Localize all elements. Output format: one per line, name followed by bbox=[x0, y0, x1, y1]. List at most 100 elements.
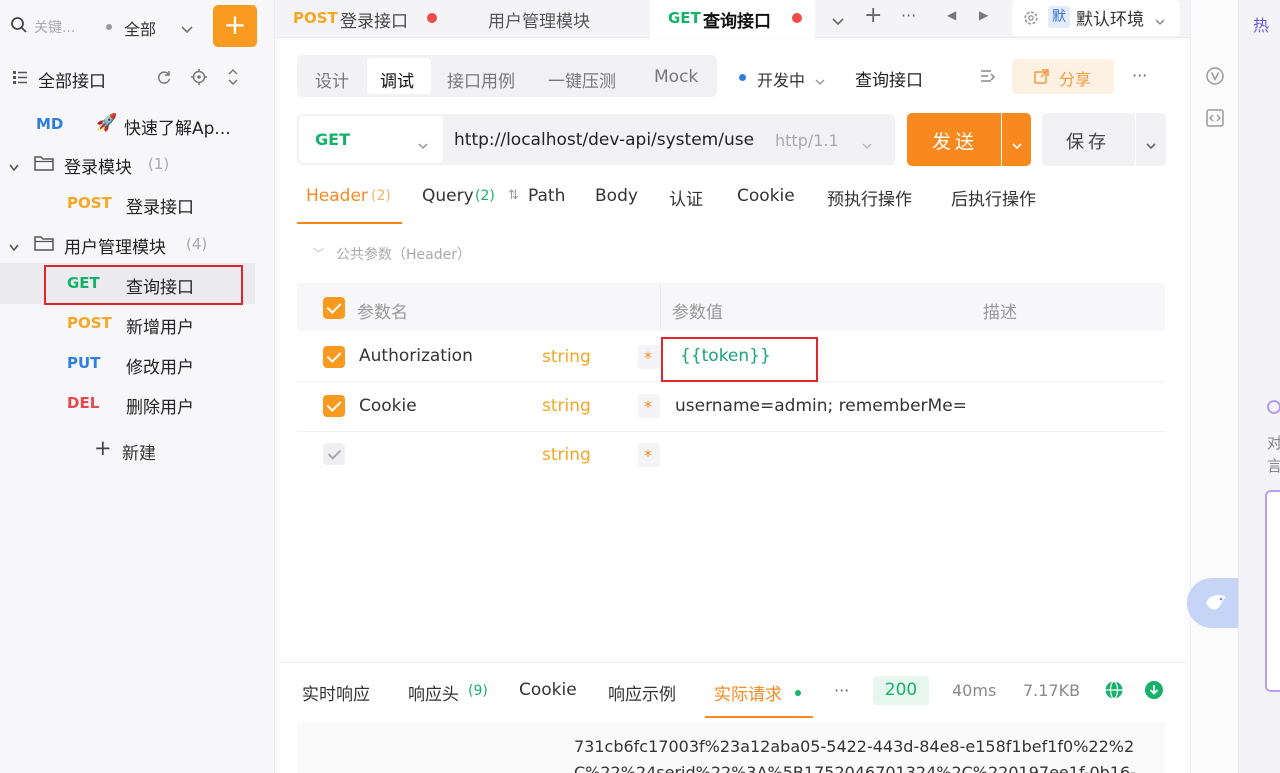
resp-tab-headers[interactable]: 响应头 bbox=[408, 680, 459, 705]
param-name[interactable]: Authorization bbox=[359, 346, 473, 366]
response-body-line: 731cb6fc17003f%23a12aba05-5422-443d-84e8… bbox=[574, 737, 1135, 756]
code-icon[interactable] bbox=[1205, 108, 1225, 132]
save-label: 保存 bbox=[1066, 132, 1110, 153]
resp-tab-actual[interactable]: 实际请求 bbox=[705, 668, 813, 718]
protocol-select[interactable]: http/1.1 bbox=[775, 131, 839, 150]
resp-tab-example[interactable]: 响应示例 bbox=[608, 680, 676, 705]
required-mark: * bbox=[644, 348, 652, 367]
tab-user-module[interactable]: 用户管理模块 bbox=[465, 0, 625, 38]
folder-name[interactable]: 用户管理模块 bbox=[64, 233, 166, 258]
subtab-cases[interactable]: 接口用例 bbox=[447, 67, 515, 92]
search-input[interactable]: 关键... bbox=[34, 17, 75, 37]
tab-header[interactable]: Header (2) bbox=[297, 176, 402, 224]
folder-chevron-icon[interactable] bbox=[8, 238, 20, 257]
public-params-label[interactable]: 公共参数（Header） bbox=[336, 244, 471, 264]
tab-prev-icon[interactable]: ◀ bbox=[947, 8, 956, 22]
url-input[interactable]: http://localhost/dev-api/system/use bbox=[454, 130, 754, 150]
resp-tab-live[interactable]: 实时响应 bbox=[302, 680, 370, 705]
sidebar-item-add-user[interactable]: 新增用户 bbox=[126, 313, 194, 338]
panel-text: 对 bbox=[1267, 434, 1280, 452]
expand-collapse-icon[interactable] bbox=[226, 68, 240, 90]
main-panel: POST 登录接口 用户管理模块 GET 查询接口 + ··· ◀ ▶ 默 默认… bbox=[275, 0, 1190, 773]
tab-pre-script[interactable]: 预执行操作 bbox=[827, 185, 912, 210]
status-select[interactable]: 开发中 bbox=[757, 67, 805, 91]
format-icon[interactable] bbox=[980, 68, 996, 87]
col-divider bbox=[660, 283, 661, 331]
share-button[interactable]: 分享 bbox=[1012, 59, 1114, 94]
tabs-dropdown-icon[interactable] bbox=[831, 12, 845, 31]
resp-time: 40ms bbox=[952, 681, 997, 700]
api-name-field[interactable]: 查询接口 bbox=[855, 66, 923, 91]
param-type[interactable]: string bbox=[542, 347, 591, 367]
tab-body[interactable]: Body bbox=[595, 186, 638, 206]
tab-method: POST bbox=[293, 9, 338, 27]
required-toggle[interactable]: * bbox=[638, 443, 660, 467]
tab-next-icon[interactable]: ▶ bbox=[979, 8, 988, 22]
new-item-button[interactable]: 新建 bbox=[122, 439, 156, 464]
variables-icon[interactable] bbox=[1205, 66, 1225, 90]
param-name[interactable]: Cookie bbox=[359, 396, 417, 416]
resp-more-icon[interactable]: ··· bbox=[834, 681, 849, 700]
add-button[interactable]: + bbox=[213, 5, 257, 47]
download-icon[interactable] bbox=[1144, 680, 1164, 704]
tab-query[interactable]: GET 查询接口 bbox=[650, 0, 815, 39]
param-type[interactable]: string bbox=[542, 396, 591, 416]
tab-label: 登录接口 bbox=[340, 12, 408, 32]
param-value[interactable]: username=admin; rememberMe= bbox=[675, 396, 967, 416]
send-button[interactable]: 发送 bbox=[907, 113, 1001, 166]
tab-auth[interactable]: 认证 bbox=[669, 185, 703, 210]
select-all-checkbox[interactable] bbox=[323, 297, 345, 319]
search-box[interactable]: 关键... 全部 bbox=[8, 10, 203, 42]
resp-tab-cookie[interactable]: Cookie bbox=[519, 680, 577, 700]
tab-query-label: Query bbox=[422, 186, 474, 206]
sidebar-item-edit-user[interactable]: 修改用户 bbox=[126, 353, 194, 378]
folder-name[interactable]: 登录模块 bbox=[64, 153, 132, 178]
tab-query-params[interactable]: Query (2) bbox=[415, 176, 505, 222]
row-checkbox[interactable] bbox=[323, 395, 345, 417]
tab-post-script[interactable]: 后执行操作 bbox=[951, 185, 1036, 210]
save-dropdown-button[interactable] bbox=[1136, 113, 1166, 166]
new-tab-icon[interactable]: + bbox=[864, 3, 882, 28]
resp-tab-headers-count: (9) bbox=[468, 683, 488, 699]
subtab-stress[interactable]: 一键压测 bbox=[548, 67, 616, 92]
all-apis-label[interactable]: 全部接口 bbox=[38, 67, 106, 92]
ai-assistant-button[interactable] bbox=[1187, 578, 1243, 628]
tab-path[interactable]: Path bbox=[528, 186, 565, 206]
param-table-header bbox=[297, 283, 1165, 331]
required-toggle[interactable]: * bbox=[638, 345, 660, 369]
collapse-icon[interactable]: ﹀ bbox=[313, 245, 324, 261]
panel-tab-label[interactable]: 热 bbox=[1253, 12, 1269, 36]
more-options-icon[interactable]: ··· bbox=[1132, 66, 1147, 85]
filter-select[interactable]: 全部 bbox=[124, 16, 156, 40]
globe-icon[interactable] bbox=[1104, 680, 1124, 704]
row-checkbox[interactable] bbox=[323, 346, 345, 368]
env-selector[interactable]: 默 默认环境 bbox=[1012, 0, 1180, 36]
required-toggle[interactable]: * bbox=[638, 394, 660, 418]
refresh-icon[interactable] bbox=[156, 69, 172, 89]
share-label: 分享 bbox=[1059, 70, 1092, 89]
method-tag: POST bbox=[67, 314, 112, 332]
folder-icon bbox=[34, 235, 54, 255]
panel-input-box[interactable] bbox=[1265, 490, 1280, 692]
sidebar-item-login[interactable]: 登录接口 bbox=[126, 193, 194, 218]
subtab-mock[interactable]: Mock bbox=[654, 67, 698, 87]
method-select[interactable]: GET bbox=[299, 116, 443, 163]
folder-chevron-icon[interactable] bbox=[8, 158, 20, 177]
md-doc-label[interactable]: 快速了解Ap... bbox=[124, 114, 231, 139]
save-button[interactable]: 保存 bbox=[1042, 113, 1135, 166]
highlight-box bbox=[44, 265, 243, 305]
subtab-design[interactable]: 设计 bbox=[315, 67, 349, 92]
more-tabs-icon[interactable]: ··· bbox=[901, 6, 916, 25]
subtab-debug-active[interactable]: 调试 bbox=[367, 58, 431, 94]
chevron-down-icon[interactable] bbox=[180, 20, 194, 39]
status-dot-icon bbox=[739, 74, 746, 81]
folder-icon bbox=[34, 155, 54, 175]
send-dropdown-button[interactable] bbox=[1002, 113, 1031, 166]
locate-icon[interactable] bbox=[191, 69, 207, 89]
tab-login[interactable]: POST 登录接口 bbox=[275, 0, 445, 38]
sidebar-item-delete-user[interactable]: 删除用户 bbox=[126, 393, 194, 418]
tab-header-count: (2) bbox=[371, 188, 391, 204]
row-checkbox[interactable] bbox=[323, 443, 345, 465]
tab-cookie[interactable]: Cookie bbox=[737, 186, 795, 206]
param-type[interactable]: string bbox=[542, 445, 591, 465]
